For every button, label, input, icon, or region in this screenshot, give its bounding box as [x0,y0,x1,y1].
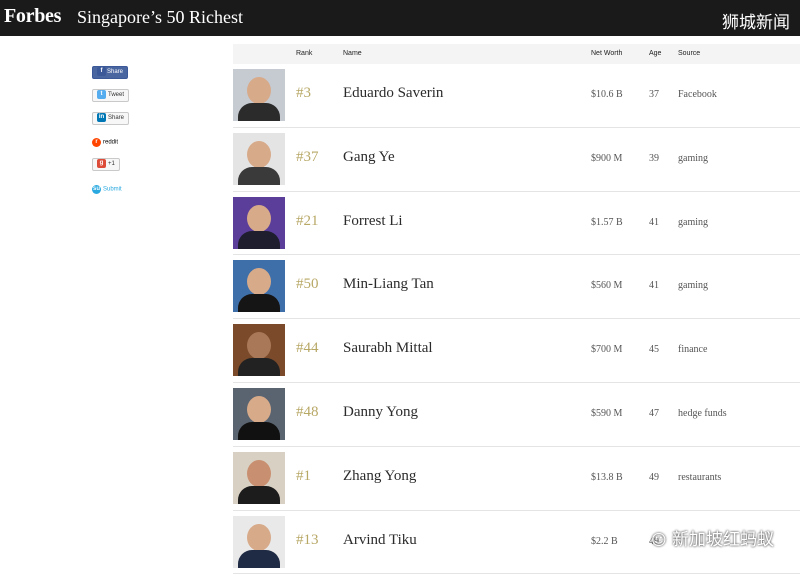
watermark-text: ☺ 新加坡红蚂蚁 [651,525,774,550]
plus-one-label: +1 [108,160,115,167]
age: 41 [649,280,659,292]
rank: #48 [296,403,319,420]
google-plus-icon: g [97,158,106,168]
net-worth: $560 M [591,280,623,292]
column-rank: Rank [296,50,313,57]
table-row[interactable]: #3 Eduardo Saverin $10.6 B 37 Facebook [233,64,800,128]
table-row[interactable]: #48 Danny Yong $590 M 47 hedge funds [233,383,800,447]
rank: #21 [296,212,319,229]
person-photo[interactable] [233,387,285,440]
brand-chinese: 狮城新闻 [722,13,790,33]
person-photo[interactable] [233,132,285,185]
table-row[interactable]: #1 Zhang Yong $13.8 B 49 restaurants [233,447,800,511]
reddit-icon: r [92,137,101,147]
rank: #3 [296,85,311,101]
net-worth: $2.2 B [591,535,618,547]
page-title: Singapore’s 50 Richest [77,7,243,27]
rank: #50 [296,276,319,293]
table-row[interactable]: #44 Saurabh Mittal $700 M 45 finance [233,319,800,383]
column-age: Age [649,50,662,57]
google-plus-button[interactable]: g +1 [92,155,120,173]
person-photo[interactable] [233,196,285,249]
column-name: Name [343,50,362,57]
person-photo[interactable] [233,69,285,121]
person-photo[interactable] [233,324,285,377]
person-photo[interactable] [233,515,285,568]
table-row[interactable]: #37 Gang Ye $900 M 39 gaming [233,128,800,192]
wechat-icon: ☺ [650,531,667,549]
table-header: Rank Name Net Worth Age Source [233,44,800,64]
age: 49 [649,471,659,483]
rank: #44 [296,340,319,357]
person-name[interactable]: Danny Yong [343,404,418,421]
person-name[interactable]: Zhang Yong [343,468,416,485]
table-row[interactable]: #21 Forrest Li $1.57 B 41 gaming [233,192,800,256]
age: 41 [649,216,659,228]
net-worth: $900 M [591,152,623,164]
net-worth: $10.6 B [591,89,623,100]
top-bar: Forbes Singapore’s 50 Richest 狮城新闻 [0,0,800,36]
net-worth: $700 M [591,344,623,356]
source: gaming [678,152,708,164]
facebook-share-button[interactable]: f Share [92,63,129,81]
submit-label: Submit [103,186,122,193]
person-name[interactable]: Arvind Tiku [343,532,417,549]
age: 47 [649,407,659,419]
stumbleupon-submit-button[interactable]: su Submit [92,180,122,198]
person-photo[interactable] [233,451,285,504]
source: hedge funds [678,407,727,419]
forbes-logo[interactable]: Forbes [4,5,61,28]
person-name[interactable]: Gang Ye [343,149,395,166]
linkedin-share-button[interactable]: in Share [92,109,130,127]
age: 37 [649,89,659,100]
net-worth: $13.8 B [591,471,623,483]
table-row[interactable]: #50 Min-Liang Tan $560 M 41 gaming [233,255,800,320]
facebook-icon: f [97,66,106,76]
person-name[interactable]: Min-Liang Tan [343,276,434,293]
twitter-icon: t [97,89,106,99]
column-source: Source [678,50,701,57]
richest-table: Rank Name Net Worth Age Source #3 Eduard… [233,44,800,574]
rank: #1 [296,467,311,484]
source: gaming [678,216,708,228]
share-label: Share [107,68,124,75]
source: Facebook [678,89,717,100]
net-worth: $590 M [591,407,623,419]
person-name[interactable]: Forrest Li [343,213,403,230]
person-name[interactable]: Saurabh Mittal [343,340,433,357]
rank: #13 [296,531,319,548]
person-name[interactable]: Eduardo Saverin [343,85,443,102]
age: 39 [649,152,659,164]
age: 45 [649,344,659,356]
reddit-share-button[interactable]: r reddit [92,133,118,151]
column-net-worth: Net Worth [591,50,623,57]
source: gaming [678,280,708,292]
watermark-label: 新加坡红蚂蚁 [672,530,774,550]
net-worth: $1.57 B [591,216,623,228]
rank: #37 [296,148,319,165]
reddit-label: reddit [103,139,119,146]
person-photo[interactable] [233,260,285,313]
twitter-tweet-button[interactable]: t Tweet [92,86,130,104]
stumbleupon-icon: su [92,184,101,194]
source: restaurants [678,471,722,483]
linkedin-label: Share [108,114,125,121]
source: finance [678,344,708,356]
tweet-label: Tweet [108,91,125,98]
linkedin-icon: in [97,112,106,122]
